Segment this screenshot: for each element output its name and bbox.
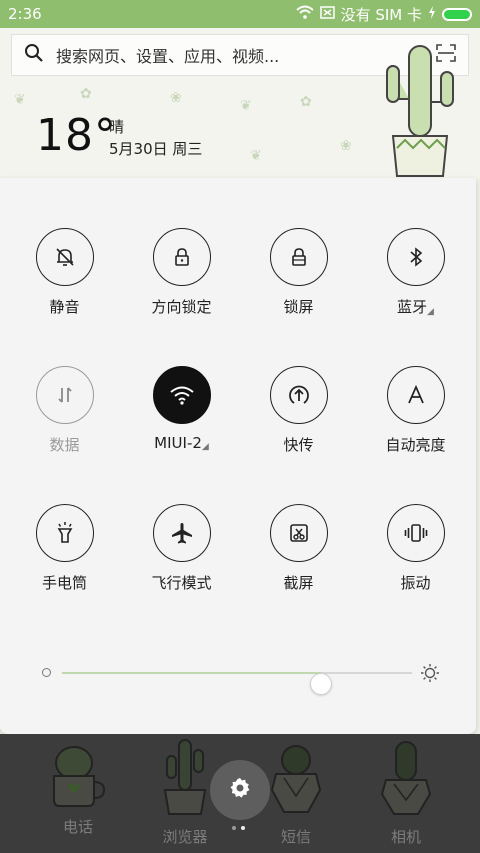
wifi-status-icon [295,5,314,23]
status-icons: 没有 SIM 卡 [295,4,472,25]
lock-icon [269,228,328,286]
brightness-low-icon [42,668,51,677]
tile-rotation-lock[interactable]: 方向锁定 [123,228,240,317]
page-dot [232,826,236,830]
flashlight-icon [35,504,94,562]
tile-label: 快传 [283,436,314,454]
tile-label-text: MIUI-2 [154,434,202,452]
tile-vibrate[interactable]: 振动 [357,504,474,593]
tile-flashlight[interactable]: 手电筒 [6,504,123,593]
no-sim-icon [319,5,335,23]
tile-label-text: 蓝牙 [397,298,428,316]
dock-app-label: 电话 [62,818,93,836]
browser-cactus-icon [155,739,215,822]
weather-date: 5月30日 周三 [109,140,203,158]
tile-label: 截屏 [283,574,314,592]
airplane-icon [152,504,211,562]
tile-label: 自动亮度 [385,436,446,454]
wifi-icon [152,366,211,424]
tile-label: 蓝牙◢ [357,296,474,317]
tile-airplane-mode[interactable]: 飞行模式 [123,504,240,593]
screenshot-icon [269,504,328,562]
dock-app-phone[interactable]: 电话 [18,738,138,837]
tile-mobile-data[interactable]: 数据 [6,366,123,455]
dock-app-camera[interactable]: 相机 [346,738,466,847]
leaf-doodle-icon: ❦ [240,98,252,114]
tile-auto-brightness[interactable]: 自动亮度 [357,366,474,455]
tile-bluetooth[interactable]: 蓝牙◢ [357,228,474,317]
page-indicator [232,826,245,830]
weather-temperature[interactable]: 18° [36,110,117,161]
weather-condition: 晴 [109,118,125,136]
leaf-doodle-icon: ❦ [14,92,26,108]
home-dock: 电话 浏览器 短信 相机 [0,734,480,853]
expand-arrow-icon: ◢ [427,307,434,317]
leaf-doodle-icon: ❦ [250,148,262,164]
tile-label: 飞行模式 [151,574,212,592]
status-bar: 2:36 没有 SIM 卡 [0,0,480,28]
search-placeholder: 搜索网页、设置、应用、视频... [56,47,280,66]
brightness-slider[interactable] [40,661,440,695]
transfer-icon [269,366,328,424]
dock-app-label: 短信 [280,828,311,846]
tile-label: 静音 [49,298,80,316]
tile-label: 数据 [49,436,80,454]
tile-screenshot[interactable]: 截屏 [240,504,357,593]
cactus-illustration-icon [385,44,455,178]
page-dot-active [241,826,245,830]
bluetooth-icon [386,228,445,286]
tile-lock-screen[interactable]: 锁屏 [240,228,357,317]
auto-brightness-icon [386,366,445,424]
leaf-doodle-icon: ❀ [170,90,182,106]
tile-wifi[interactable]: MIUI-2◢ [123,366,240,452]
bell-mute-icon [35,228,94,286]
phone-cactus-icon [48,746,108,812]
leaf-doodle-icon: ❀ [340,138,352,154]
mobile-data-icon [35,366,94,424]
lock-rotation-icon [152,228,211,286]
quick-settings-panel: 静音 方向锁定 锁屏 蓝牙◢ 数据 MIUI-2◢ 快传 自动亮度 手电筒 飞行… [0,178,476,734]
tile-quick-transfer[interactable]: 快传 [240,366,357,455]
no-sim-text: 没有 SIM 卡 [340,5,422,24]
brightness-track[interactable] [62,672,412,695]
tile-label: 振动 [400,574,431,592]
charging-icon [428,5,436,23]
brightness-fill [62,672,321,674]
tile-label: 手电筒 [41,574,87,592]
gear-icon [228,776,252,804]
camera-cactus-icon [376,741,436,822]
battery-icon [442,7,472,21]
status-time: 2:36 [8,5,42,23]
tile-label: 锁屏 [283,298,314,316]
dock-app-label: 相机 [390,828,421,846]
tile-silent[interactable]: 静音 [6,228,123,317]
tile-label: MIUI-2◢ [123,434,240,452]
tile-label: 方向锁定 [151,298,212,316]
leaf-doodle-icon: ✿ [80,86,92,102]
brightness-thumb[interactable] [310,673,332,695]
messages-cactus-icon [266,745,326,822]
header-wallpaper: ❦ ✿ ❀ ❦ ✿ ❀ ❦ 搜索网页、设置、应用、视频... 18° 晴 5月3… [0,28,480,178]
expand-arrow-icon: ◢ [201,442,209,452]
leaf-doodle-icon: ✿ [300,94,312,110]
vibrate-icon [386,504,445,562]
settings-gear-button[interactable] [210,760,270,820]
brightness-high-icon [420,663,440,687]
dock-app-label: 浏览器 [162,828,208,846]
search-icon [24,43,44,67]
